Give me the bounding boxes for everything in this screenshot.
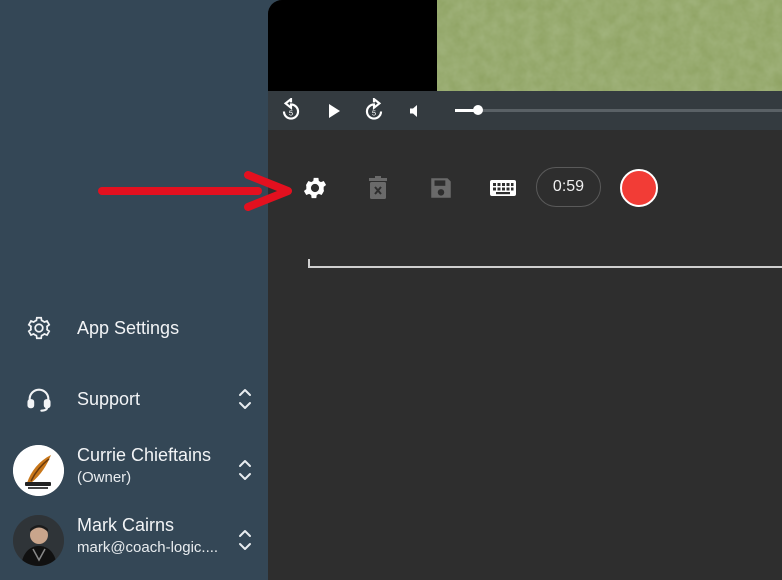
headset-icon: [25, 385, 53, 413]
record-button[interactable]: [620, 169, 658, 207]
seek-bar-thumb[interactable]: [472, 105, 483, 115]
chevron-expand-icon[interactable]: [236, 385, 254, 413]
team-logo-avatar: [13, 445, 64, 496]
account-name: Mark Cairns: [77, 515, 175, 535]
seek-bar[interactable]: [455, 105, 782, 115]
main-panel: 5 5 0:59: [268, 0, 782, 580]
save-icon[interactable]: [426, 173, 456, 203]
timeline-track[interactable]: [308, 266, 782, 268]
sidebar-item-app-settings[interactable]: App Settings: [0, 303, 268, 353]
sidebar-item-support[interactable]: Support: [0, 374, 268, 424]
sidebar-item-label: Support: [77, 388, 141, 409]
chevron-expand-icon[interactable]: [236, 526, 254, 554]
video-frame[interactable]: [437, 0, 782, 91]
rewind-5-icon[interactable]: 5: [276, 96, 306, 126]
forward-5-icon[interactable]: 5: [359, 96, 389, 126]
account-switcher-team[interactable]: Currie Chieftains (Owner): [0, 439, 268, 501]
gear-icon: [25, 314, 53, 342]
recording-timer: 0:59: [536, 167, 601, 207]
video-letterbox: [268, 0, 437, 91]
sidebar-item-label: App Settings: [77, 317, 180, 338]
account-switcher-user[interactable]: Mark Cairns mark@coach-logic....: [0, 509, 268, 571]
account-role: (Owner): [77, 469, 132, 486]
account-email: mark@coach-logic....: [77, 539, 219, 556]
delete-icon[interactable]: [363, 173, 393, 203]
user-photo-avatar: [13, 515, 64, 566]
annotation-arrow-icon: [98, 171, 292, 211]
video-controls: 5 5: [268, 91, 782, 130]
settings-gear-icon[interactable]: [300, 173, 330, 203]
volume-icon[interactable]: [401, 96, 431, 126]
forward-seconds: 5: [372, 108, 376, 117]
rewind-seconds: 5: [289, 108, 293, 117]
keyboard-icon[interactable]: [488, 173, 518, 203]
chevron-expand-icon[interactable]: [236, 456, 254, 484]
sidebar: App Settings Support Currie Chieftains (…: [0, 0, 290, 580]
account-name: Currie Chieftains: [77, 445, 212, 465]
play-icon[interactable]: [319, 96, 349, 126]
